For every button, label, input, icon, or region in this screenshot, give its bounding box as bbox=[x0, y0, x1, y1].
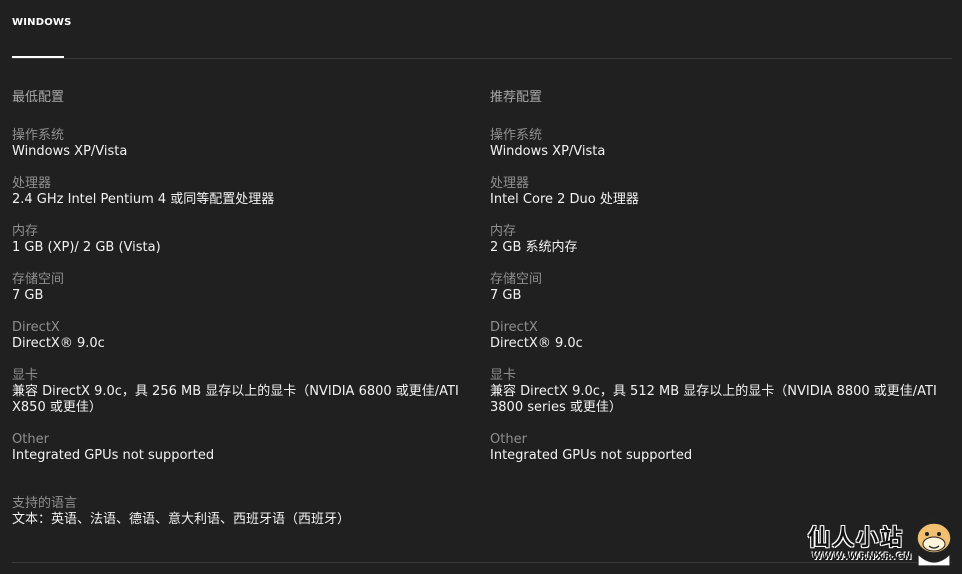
spec-value: 兼容 DirectX 9.0c，具 256 MB 显存以上的显卡（NVIDIA … bbox=[12, 384, 459, 415]
active-tab-indicator bbox=[12, 56, 64, 58]
spec-label: 操作系统 bbox=[12, 128, 65, 143]
spec-storage: 存储空间 7 GB bbox=[490, 272, 950, 304]
spec-processor: 处理器 2.4 GHz Intel Pentium 4 或同等配置处理器 bbox=[12, 176, 472, 208]
spec-label: 内存 bbox=[490, 224, 517, 239]
spec-label: 存储空间 bbox=[12, 272, 65, 287]
recommended-requirements-column: 推荐配置 操作系统 Windows XP/Vista 处理器 Intel Cor… bbox=[490, 88, 950, 480]
mascot-icon bbox=[916, 518, 952, 567]
spec-other: Other Integrated GPUs not supported bbox=[12, 432, 472, 464]
spec-os: 操作系统 Windows XP/Vista bbox=[12, 128, 472, 160]
spec-label: 显卡 bbox=[490, 368, 517, 383]
spec-memory: 内存 1 GB (XP)/ 2 GB (Vista) bbox=[12, 224, 472, 256]
tab-windows[interactable]: WINDOWS bbox=[12, 17, 71, 58]
spec-label: 存储空间 bbox=[490, 272, 543, 287]
supported-languages: 支持的语言 文本：英语、法语、德语、意大利语、西班牙语（西班牙） bbox=[12, 496, 612, 528]
spec-value: 兼容 DirectX 9.0c，具 512 MB 显存以上的显卡（NVIDIA … bbox=[490, 384, 937, 415]
spec-value: Windows XP/Vista bbox=[12, 144, 128, 159]
system-requirements-page: WINDOWS 最低配置 操作系统 Windows XP/Vista 处理器 2… bbox=[0, 0, 962, 574]
spec-graphics: 显卡 兼容 DirectX 9.0c，具 512 MB 显存以上的显卡（NVID… bbox=[490, 368, 950, 416]
platform-tabbar: WINDOWS bbox=[12, 0, 952, 59]
minimum-heading: 最低配置 bbox=[12, 90, 65, 105]
spec-storage: 存储空间 7 GB bbox=[12, 272, 472, 304]
spec-value: DirectX® 9.0c bbox=[12, 336, 105, 351]
spec-label: Other bbox=[12, 432, 49, 447]
spec-other: Other Integrated GPUs not supported bbox=[490, 432, 950, 464]
spec-value: 1 GB (XP)/ 2 GB (Vista) bbox=[12, 240, 161, 255]
spec-processor: 处理器 Intel Core 2 Duo 处理器 bbox=[490, 176, 950, 208]
minimum-requirements-column: 最低配置 操作系统 Windows XP/Vista 处理器 2.4 GHz I… bbox=[12, 88, 472, 480]
spec-memory: 内存 2 GB 系统内存 bbox=[490, 224, 950, 256]
watermark-title: 仙人小站 bbox=[808, 526, 905, 551]
languages-label: 支持的语言 bbox=[12, 496, 78, 511]
spec-graphics: 显卡 兼容 DirectX 9.0c，具 256 MB 显存以上的显卡（NVID… bbox=[12, 368, 472, 416]
spec-label: 显卡 bbox=[12, 368, 39, 383]
spec-directx: DirectX DirectX® 9.0c bbox=[12, 320, 472, 352]
languages-value: 文本：英语、法语、德语、意大利语、西班牙语（西班牙） bbox=[12, 512, 351, 527]
spec-value: Intel Core 2 Duo 处理器 bbox=[490, 192, 639, 207]
spec-value: DirectX® 9.0c bbox=[490, 336, 583, 351]
spec-directx: DirectX DirectX® 9.0c bbox=[490, 320, 950, 352]
spec-label: 处理器 bbox=[490, 176, 530, 191]
spec-value: 7 GB bbox=[490, 288, 522, 303]
spec-label: 内存 bbox=[12, 224, 39, 239]
spec-value: 2 GB 系统内存 bbox=[490, 240, 578, 255]
site-watermark: 仙人小站 WWW.WRNXR.CN bbox=[808, 516, 958, 572]
spec-value: Integrated GPUs not supported bbox=[490, 448, 693, 463]
spec-os: 操作系统 Windows XP/Vista bbox=[490, 128, 950, 160]
recommended-heading: 推荐配置 bbox=[490, 90, 543, 105]
spec-label: 处理器 bbox=[12, 176, 52, 191]
tab-windows-label: WINDOWS bbox=[12, 17, 72, 28]
spec-value: Integrated GPUs not supported bbox=[12, 448, 215, 463]
spec-label: DirectX bbox=[12, 320, 60, 335]
spec-value: Windows XP/Vista bbox=[490, 144, 606, 159]
spec-label: Other bbox=[490, 432, 527, 447]
watermark-url: WWW.WRNXR.CN bbox=[812, 552, 913, 562]
spec-label: DirectX bbox=[490, 320, 538, 335]
spec-label: 操作系统 bbox=[490, 128, 543, 143]
spec-value: 2.4 GHz Intel Pentium 4 或同等配置处理器 bbox=[12, 192, 275, 207]
spec-value: 7 GB bbox=[12, 288, 44, 303]
